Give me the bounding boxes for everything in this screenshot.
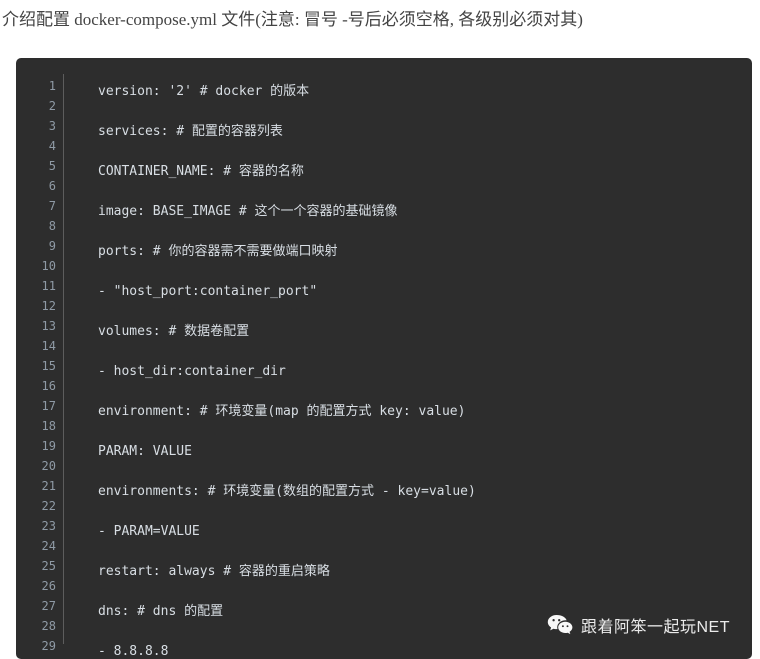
code-block: 1 2 3 4 5 6 7 8 9 10 11 12 13 14 15 16 1…	[16, 58, 752, 659]
line-number: 29	[41, 639, 56, 653]
line-number: 5	[48, 159, 56, 173]
code-line: CONTAINER_NAME: # 容器的名称	[98, 164, 304, 179]
line-number: 22	[41, 499, 56, 513]
line-number: 2	[48, 99, 56, 113]
code-line: image: BASE_IMAGE # 这个一个容器的基础镜像	[98, 204, 398, 219]
line-number: 9	[48, 239, 56, 253]
code-block-inner: 1 2 3 4 5 6 7 8 9 10 11 12 13 14 15 16 1…	[16, 58, 752, 659]
code-line: PARAM: VALUE	[98, 444, 192, 459]
code-line: services: # 配置的容器列表	[98, 124, 283, 139]
line-number: 16	[41, 379, 56, 393]
line-number: 13	[41, 319, 56, 333]
line-number: 11	[41, 279, 56, 293]
line-number: 7	[48, 199, 56, 213]
code-line: restart: always # 容器的重启策略	[98, 564, 330, 579]
line-number: 18	[41, 419, 56, 433]
line-number: 6	[48, 179, 56, 193]
line-number: 1	[48, 79, 56, 93]
code-line: ports: # 你的容器需不需要做端口映射	[98, 244, 338, 259]
watermark: 跟着阿笨一起玩NET	[547, 613, 730, 637]
line-number: 10	[41, 259, 56, 273]
page-title: 介绍配置 docker-compose.yml 文件(注意: 冒号 -号后必须空…	[2, 10, 583, 29]
line-number: 8	[48, 219, 56, 233]
line-number: 25	[41, 559, 56, 573]
code-line: - PARAM=VALUE	[98, 524, 200, 539]
line-number: 19	[41, 439, 56, 453]
line-number: 12	[41, 299, 56, 313]
code-line: - host_dir:container_dir	[98, 364, 286, 379]
line-number: 15	[41, 359, 56, 373]
code-line: environment: # 环境变量(map 的配置方式 key: value…	[98, 404, 466, 419]
line-number: 28	[41, 619, 56, 633]
code-line: volumes: # 数据卷配置	[98, 324, 250, 339]
code-line: - "host_port:container_port"	[98, 284, 318, 299]
line-number-gutter: 1 2 3 4 5 6 7 8 9 10 11 12 13 14 15 16 1…	[16, 76, 56, 656]
line-number: 4	[48, 139, 56, 153]
code-line: environments: # 环境变量(数组的配置方式 - key=value…	[98, 484, 476, 499]
page-root: 介绍配置 docker-compose.yml 文件(注意: 冒号 -号后必须空…	[0, 0, 760, 659]
line-number: 26	[41, 579, 56, 593]
line-number: 21	[41, 479, 56, 493]
line-number: 23	[41, 519, 56, 533]
watermark-label: 跟着阿笨一起玩NET	[580, 619, 730, 636]
line-number: 14	[41, 339, 56, 353]
code-line: version: '2' # docker 的版本	[98, 84, 310, 99]
code-content[interactable]: version: '2' # docker 的版本 services: # 配置…	[98, 72, 748, 659]
gutter-divider	[63, 74, 64, 644]
line-number: 27	[41, 599, 56, 613]
line-number: 24	[41, 539, 56, 553]
wechat-icon	[547, 614, 573, 636]
line-number: 3	[48, 119, 56, 133]
line-number: 20	[41, 459, 56, 473]
line-number: 17	[41, 399, 56, 413]
